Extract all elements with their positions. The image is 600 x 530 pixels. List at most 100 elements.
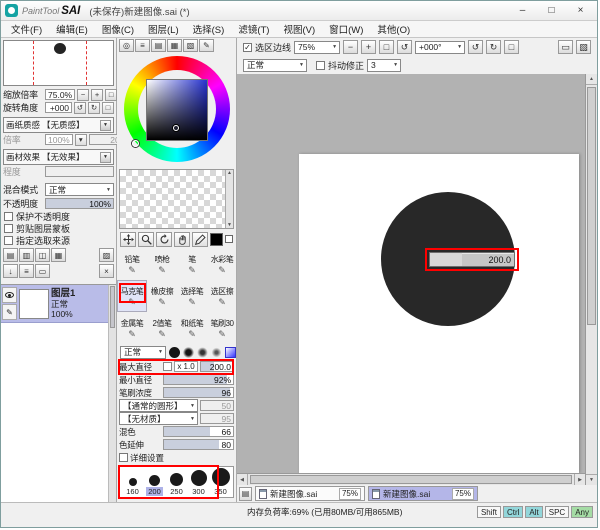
scratchpad-tab[interactable]: ✎: [199, 39, 214, 52]
scratchpad-scrollbar[interactable]: [225, 170, 233, 228]
size-preset-250[interactable]: 250: [166, 473, 187, 496]
rotate-ccw-button[interactable]: ↺: [468, 40, 483, 54]
menu-filter[interactable]: 滤镜(T): [231, 22, 276, 36]
size-preset-300[interactable]: 300: [188, 470, 209, 496]
saturation-value-square[interactable]: [147, 80, 207, 140]
vertical-scrollbar[interactable]: ▲ ▼: [585, 74, 597, 485]
menu-file[interactable]: 文件(F): [4, 22, 49, 36]
copy-layer-button[interactable]: ▦: [51, 248, 66, 262]
rotate-ccw-button[interactable]: ↺: [74, 102, 86, 114]
advanced-settings-checkbox[interactable]: [119, 453, 128, 462]
hsv-slider-tab[interactable]: ▤: [151, 39, 166, 52]
transfer-down-button[interactable]: ↓: [3, 264, 18, 278]
eyedropper-tool-button[interactable]: [192, 232, 208, 247]
menu-layer[interactable]: 图层(L): [141, 22, 186, 36]
delete-layer-button[interactable]: ×: [99, 264, 114, 278]
menu-select[interactable]: 选择(S): [186, 22, 232, 36]
brush-texture-select[interactable]: 【无材质】: [119, 412, 198, 425]
tool-watercolor[interactable]: 水彩笔✎: [207, 248, 237, 280]
brush-texture-strength-slider[interactable]: 95: [200, 413, 234, 424]
color-blending-slider[interactable]: 66: [163, 426, 234, 437]
vertical-scroll-thumb[interactable]: [587, 87, 596, 325]
color-persistence-slider[interactable]: 80: [163, 439, 234, 450]
tool-eraser[interactable]: 橡皮擦✎: [147, 280, 177, 312]
tool-airbrush[interactable]: 喷枪✎: [147, 248, 177, 280]
dropdown-arrow-icon[interactable]: [100, 152, 111, 163]
document-tab-2-active[interactable]: 新建图像.sai 75%: [368, 486, 478, 501]
canvas-angle-select[interactable]: +000°: [415, 41, 465, 54]
merge-down-button[interactable]: ≡: [19, 264, 34, 278]
rotate-cw-button[interactable]: ↻: [486, 40, 501, 54]
tool-metal-pen[interactable]: 金属笔✎: [117, 312, 147, 344]
horizontal-scrollbar[interactable]: ◀ ▶: [237, 473, 585, 485]
zoom-fit-button[interactable]: □: [379, 40, 394, 54]
max-diameter-slider[interactable]: 200.0: [200, 361, 234, 372]
menu-view[interactable]: 视图(V): [276, 22, 322, 36]
brush-paint-mode-select[interactable]: 正常: [120, 346, 166, 359]
nav-zoom-reset-button[interactable]: □: [105, 89, 117, 101]
dropdown-arrow-icon[interactable]: [100, 120, 111, 131]
brush-blend-toolbar-select[interactable]: 正常: [243, 59, 307, 72]
material-effect-select[interactable]: 画材效果 【无效果】: [3, 149, 114, 165]
zoom-tool-button[interactable]: [138, 232, 154, 247]
stabilizer-checkbox[interactable]: [316, 61, 325, 70]
size-preset-160[interactable]: 160: [122, 478, 143, 496]
layer-blend-mode-select[interactable]: 正常: [45, 183, 114, 196]
menu-edit[interactable]: 编辑(E): [49, 22, 95, 36]
color-wheel-tab[interactable]: ◎: [119, 39, 134, 52]
tool-select-pen[interactable]: 选择笔✎: [177, 280, 207, 312]
new-folder-button[interactable]: ◫: [35, 248, 50, 262]
tool-brush30[interactable]: 笔刷30✎: [207, 312, 237, 344]
rotate-reset-button[interactable]: □: [504, 40, 519, 54]
stabilizer-level-select[interactable]: 3: [367, 59, 401, 72]
tool-washi-pen[interactable]: 和纸笔✎: [177, 312, 207, 344]
canvas-zoom-select[interactable]: 75%: [294, 41, 340, 54]
size-preset-200[interactable]: 200: [144, 475, 165, 496]
document-tab-1[interactable]: 新建图像.sai 75%: [255, 486, 365, 501]
rotate-reset-button[interactable]: □: [102, 102, 114, 114]
navigator-preview[interactable]: [3, 40, 114, 86]
menu-others[interactable]: 其他(O): [370, 22, 417, 36]
secondary-color-swatch[interactable]: [225, 235, 233, 243]
scratchpad-area[interactable]: [119, 169, 234, 229]
clipping-mask-checkbox[interactable]: [4, 224, 13, 233]
paper-scale-dropdown-button[interactable]: ▾: [75, 134, 87, 146]
canvas-viewport[interactable]: 200.0: [237, 74, 585, 473]
primary-color-swatch[interactable]: [210, 233, 223, 246]
brush-shape-select[interactable]: 【通常的圆形】: [119, 399, 198, 412]
clear-layer-button[interactable]: ▭: [35, 264, 50, 278]
brush-tip-softer-icon[interactable]: [197, 347, 208, 358]
zoom-in-button[interactable]: +: [361, 40, 376, 54]
scroll-down-icon[interactable]: ▼: [586, 474, 597, 485]
new-sketch-layer-button[interactable]: ▥: [19, 248, 34, 262]
tool-marker[interactable]: 马克笔✎: [117, 280, 147, 312]
color-wheel[interactable]: [117, 54, 236, 168]
min-diameter-slider[interactable]: 92%: [163, 374, 234, 385]
tab-list-button[interactable]: ▤: [239, 487, 252, 501]
size-unit-toggle[interactable]: [163, 362, 172, 371]
layer-opacity-slider[interactable]: 100%: [45, 198, 114, 209]
rgb-slider-tab[interactable]: ≡: [135, 39, 150, 52]
hand-tool-button[interactable]: [174, 232, 190, 247]
paper-texture-select[interactable]: 画纸质感 【无质感】: [3, 117, 114, 133]
maximize-button[interactable]: □: [539, 3, 564, 19]
brush-tip-texture-icon[interactable]: [225, 347, 236, 358]
scroll-right-icon[interactable]: ▶: [574, 474, 585, 485]
brush-tip-hard-icon[interactable]: [169, 347, 180, 358]
tool-binary-pen[interactable]: 2值笔✎: [147, 312, 177, 344]
rotate-cw-button[interactable]: ↻: [88, 102, 100, 114]
selection-border-checkbox[interactable]: [243, 43, 252, 52]
paper-quality-button[interactable]: ▨: [99, 248, 114, 262]
brush-tip-softest-icon[interactable]: [211, 347, 222, 358]
color-mixer-tab[interactable]: ▦: [167, 39, 182, 52]
brush-shape-strength-slider[interactable]: 50: [200, 400, 234, 411]
menu-window[interactable]: 窗口(W): [322, 22, 370, 36]
zoom-out-button[interactable]: −: [343, 40, 358, 54]
tool-select-eraser[interactable]: 选区擦✎: [207, 280, 237, 312]
minimize-button[interactable]: –: [510, 3, 535, 19]
horizontal-scroll-thumb[interactable]: [250, 475, 572, 484]
new-layer-button[interactable]: ▤: [3, 248, 18, 262]
close-button[interactable]: ×: [568, 3, 593, 19]
brush-density-slider[interactable]: 96: [163, 387, 234, 398]
tool-pencil[interactable]: 铅笔✎: [117, 248, 147, 280]
